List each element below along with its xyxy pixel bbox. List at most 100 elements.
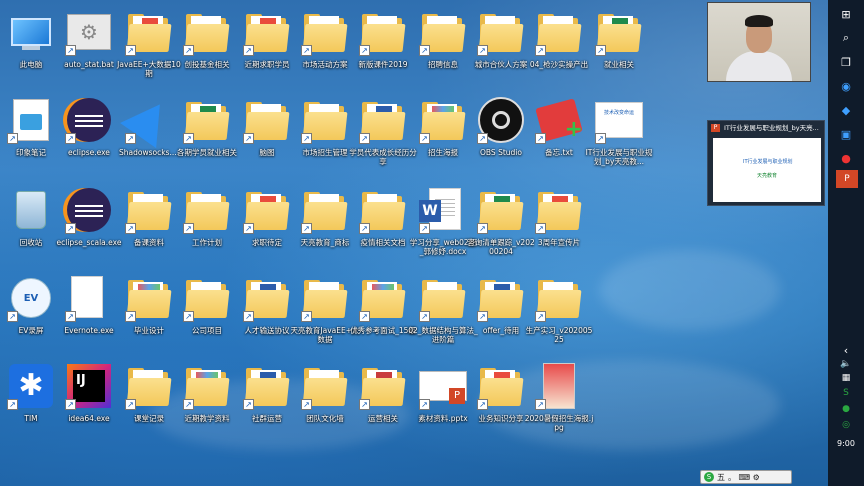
desktop-icon-优秀参考面试-15级[interactable]: ↗ 优秀参考面试_15级 [350,274,416,362]
desktop-icon-新版课件2019[interactable]: ↗ 新版课件2019 [352,8,414,96]
desktop-icon-城市合伙人方案[interactable]: ↗ 城市合伙人方案 [470,8,532,96]
volume-icon[interactable]: 🔈 [828,357,864,371]
desktop-icon-人才输送协议[interactable]: W↗人才输送协议 [236,274,298,362]
desktop-icon-此电脑[interactable]: 此电脑 [0,8,62,96]
desktop-icon-备忘-txt[interactable]: + ↗ 备忘.txt [528,96,590,184]
folder-color-icon: ↗ [359,274,407,322]
desktop-icon-auto-stat-bat[interactable]: ⚙ ↗ auto_stat.bat [58,8,120,96]
desktop-icon-eclipse-exe[interactable]: ↗ eclipse.exe [58,96,120,184]
desktop-icon-04-枪沙实操产出[interactable]: ↗ 04_枪沙实操产出 [528,8,590,96]
desktop-icon-咨询清单跟踪-v20200204[interactable]: X↗咨询清单跟踪_v20200204 [467,186,535,274]
eclipse-icon: ↗ [65,186,113,234]
desktop-icon-招聘信息[interactable]: +↗招聘信息 [412,8,474,96]
desktop-icon-招生海报[interactable]: ↗ 招生海报 [412,96,474,184]
taskbar-thumbnail-preview[interactable]: P IT行业发展与职业规划_by天亮... IT行业发展与职业规划 天亮教育 [707,120,825,206]
desktop-icon-近期求职学员[interactable]: PDF↗近期求职学员 [236,8,298,96]
desktop-icon-业务知识分享[interactable]: PDF↗业务知识分享 [470,362,532,450]
shortcut-arrow-icon: ↗ [7,399,18,410]
desktop-icon-label: 生产实习_v20200525 [525,326,593,344]
desktop-icon-天亮教育-商标[interactable]: ↗ 天亮教育_商标 [294,186,356,274]
desktop-icon-it行业发展与职业规划-by天亮教[interactable]: 技术改变命运 ↗ IT行业发展与职业规划_by天亮教... [586,96,652,184]
folder-pdf-icon: PDF↗ [243,8,291,56]
360-icon[interactable]: ◎ [828,417,864,433]
desktop-icon-疫情相关文档[interactable]: ↗ 疫情相关文档 [352,186,414,274]
desktop-icon-eclipse-scala-exe[interactable]: ↗ eclipse_scala.exe [57,186,121,274]
shortcut-arrow-icon: ↗ [243,45,254,56]
edge-icon[interactable]: ◉ [828,74,864,98]
shortcut-arrow-icon: ↗ [359,133,370,144]
folder-xls-icon: X↗ [183,96,231,144]
folder-pdf-icon: PDF↗ [535,186,583,234]
chevron-up-icon[interactable]: ‹ [828,343,864,357]
shortcut-arrow-icon: ↗ [595,45,606,56]
desktop-icon-2020暑假招生海报-jpg[interactable]: ↗ 2020暑假招生海报.jpg [525,362,593,450]
ime-extra[interactable]: 。 ⌨ ⚙ [728,472,760,483]
desktop-icon-脑图[interactable]: ↗ 脑图 [236,96,298,184]
desktop-icon-市场活动方案[interactable]: ↗ 市场活动方案 [294,8,356,96]
desktop-icon-求职待定[interactable]: PDF↗求职待定 [236,186,298,274]
desktop-icon-就业相关[interactable]: X↗ 就业相关 [588,8,650,96]
search-icon[interactable]: ⌕ [828,26,864,50]
desktop-icon-运营相关[interactable]: X↗运营相关 [352,362,414,450]
desktop-icon-02-数据结构与算法-进阶篇[interactable]: ↗ 02_数据结构与算法_进阶篇 [408,274,478,362]
desktop-icon-学员代表成长经历分享[interactable]: W↗学员代表成长经历分享 [349,96,417,184]
clock-time[interactable]: 9:00 [837,439,855,448]
shortcut-arrow-icon: ↗ [243,399,254,410]
ime-toolbar[interactable]: S 五 。 ⌨ ⚙ [700,470,792,484]
folder-icon: ↗ [359,186,407,234]
pin-icon[interactable]: ● [828,146,864,170]
desktop-icon-天亮教育javaee-大数据[interactable]: ↗ 天亮教育JavaEE+大数据 [290,274,360,362]
feishu-icon[interactable]: ◆ [828,98,864,122]
ime-mode[interactable]: 五 [717,472,725,483]
desktop-icon-印象笔记[interactable]: ↗ 印象笔记 [0,96,62,184]
desktop-icon-工作计划[interactable]: ↗ 工作计划 [176,186,238,274]
shortcut-arrow-icon: ↗ [125,223,136,234]
desktop-icon-课堂记录[interactable]: ↗ 课堂记录 [118,362,180,450]
recycle-icon [7,186,55,234]
desktop-icon-evernote-exe[interactable]: ↗ Evernote.exe [58,274,120,362]
desktop-icon-团队文化墙[interactable]: ↗ 团队文化墙 [294,362,356,450]
desktop-icon-素材资料-pptx[interactable]: P ↗ 素材资料.pptx [412,362,474,450]
desktop-icon-idea64-exe[interactable]: IJ ↗ idea64.exe [58,362,120,450]
person-body [726,51,792,81]
windows-icon[interactable]: ⊞ [828,2,864,26]
desktop-icon-公司项目[interactable]: ↗ 公司项目 [176,274,238,362]
taskview-icon[interactable]: ❐ [828,50,864,74]
shortcut-arrow-icon: ↗ [419,311,430,322]
desktop-icon-学习分享-web02期-郭修妤-docx[interactable]: W ↗ 学习分享_web02期_郭修妤.docx [410,186,476,274]
desktop-icon-obs-studio[interactable]: ↗ OBS Studio [470,96,532,184]
network-icon[interactable]: ▦ [828,371,864,385]
desktop-icon-毕业设计[interactable]: ↗ 毕业设计 [118,274,180,362]
desktop-icon-各期学员就业相关[interactable]: X↗各期学员就业相关 [176,96,238,184]
desktop-icon-3周年宣传片[interactable]: PDF↗ 3周年宣传片 [528,186,590,274]
powerpoint-icon: P [711,124,720,132]
folder-xls-icon: X↗ [595,8,643,56]
wechat-icon[interactable]: ● [828,401,864,417]
sogou-icon[interactable]: S [704,472,714,482]
powerpoint-icon[interactable]: P [836,170,858,188]
desktop-icon-近期教学资料[interactable]: ↗ 近期教学资料 [176,362,238,450]
sogou-icon[interactable]: S [828,385,864,401]
share-icon[interactable]: ▣ [828,122,864,146]
shortcut-arrow-icon: ↗ [477,133,488,144]
desktop-icon-回收站[interactable]: 回收站 [0,186,62,274]
desktop-icon-市场招生管理[interactable]: ↗ 市场招生管理 [294,96,356,184]
shortcut-arrow-icon: ↗ [419,45,430,56]
desktop-icon-offer-待用[interactable]: W↗offer_待用 [470,274,532,362]
desktop-icon-生产实习-v20200525[interactable]: +↗ 生产实习_v20200525 [526,274,592,362]
desktop-icon-label: IT行业发展与职业规划_by天亮教... [585,148,653,166]
preview-slide: IT行业发展与职业规划 天亮教育 [713,138,821,202]
desktop-icon-创投基金相关[interactable]: ↗ 创投基金相关 [176,8,238,96]
desktop-icon-备课资料[interactable]: ↗ 备课资料 [118,186,180,274]
desktop-icon-javaee-大数据10期[interactable]: PDF↗JavaEE+大数据10期 [117,8,181,96]
desktop-icon-社群运营[interactable]: W↗社群运营 [236,362,298,450]
shortcut-arrow-icon: ↗ [125,133,136,144]
desktop-icon-tim[interactable]: ✱ ↗ TIM [0,362,62,450]
folder-pdf-icon: PDF↗ [243,186,291,234]
shortcut-arrow-icon: ↗ [125,45,136,56]
shortcut-arrow-icon: ↗ [477,311,488,322]
obs-icon: ↗ [477,96,525,144]
desktop-icon-ev录屏[interactable]: EV ↗ EV录屏 [0,274,62,362]
folder-icon: ↗ [301,96,349,144]
desktop-icon-shadowsocks[interactable]: ↗ Shadowsocks.... [118,91,180,184]
